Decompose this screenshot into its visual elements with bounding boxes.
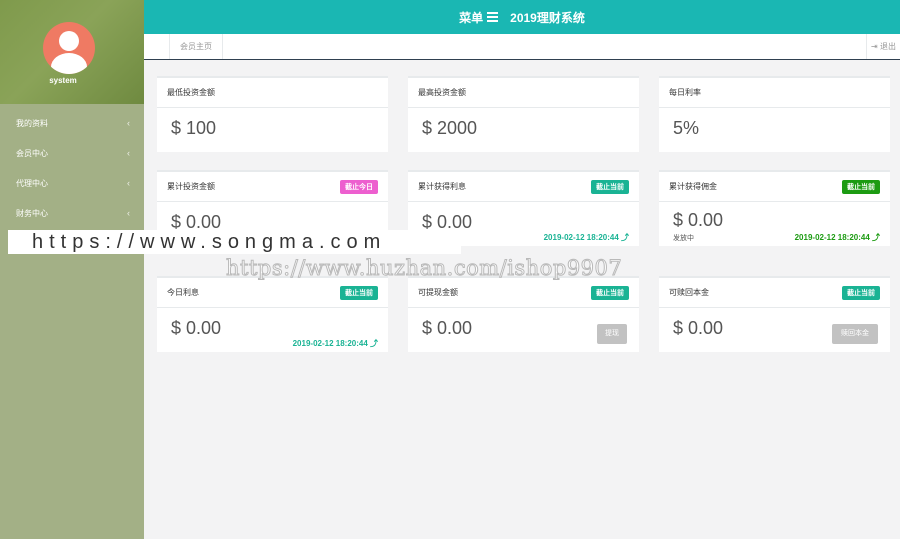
status-badge: 截止当前: [340, 285, 378, 300]
status-badge: 截止今日: [340, 179, 378, 194]
withdraw-button[interactable]: 提现: [597, 324, 627, 344]
card-daily-rate: 每日利率 5%: [659, 76, 890, 152]
tab-bar: 会员主页 ⇥ 退出: [144, 34, 900, 60]
card-value: 5%: [673, 118, 700, 138]
sidebar-item-label: 代理中心: [16, 178, 48, 188]
menu-label[interactable]: 菜单: [459, 9, 483, 26]
timestamp: 2019-02-12 18:20:44 ⤴: [543, 233, 629, 242]
logout-button[interactable]: ⇥ 退出: [866, 34, 900, 59]
sidebar-item-profile[interactable]: 我的资料 ‹: [0, 108, 144, 138]
status-badge: 截止当前: [591, 179, 629, 194]
card-today-interest: 今日利息 截止当前 $ 0.00 2019-02-12 18:20:44 ⤴: [157, 276, 388, 352]
card-title: 累计获得利息: [418, 182, 466, 191]
sidebar-item-agent[interactable]: 代理中心 ‹: [0, 168, 144, 198]
sidebar-item-label: 财务中心: [16, 208, 48, 218]
avatar-head: [59, 31, 79, 51]
chevron-left-icon: ‹: [127, 178, 130, 188]
card-title: 累计获得佣金: [669, 182, 717, 191]
avatar-body: [51, 53, 87, 74]
top-bar: 菜单 2019理财系统: [144, 0, 900, 34]
redeem-principal-button[interactable]: 赎回本金: [832, 324, 878, 344]
app-title: 2019理财系统: [510, 10, 585, 25]
chevron-left-icon: ‹: [127, 148, 130, 158]
card-title: 每日利率: [669, 88, 701, 97]
chevron-left-icon: ‹: [127, 118, 130, 128]
card-title: 今日利息: [167, 288, 199, 297]
card-value: $ 0.00: [171, 318, 222, 338]
card-title: 可提现金额: [418, 288, 458, 297]
timestamp: 2019-02-12 18:20:44 ⤴: [794, 233, 880, 242]
card-value: $ 0.00: [422, 318, 473, 338]
status-badge: 截止当前: [591, 285, 629, 300]
card-value: $ 2000: [422, 118, 478, 138]
card-total-commission: 累计获得佣金 截止当前 $ 0.00 发放中 2019-02-12 18:20:…: [659, 170, 890, 246]
card-redeemable: 可赎回本金 截止当前 $ 0.00 赎回本金: [659, 276, 890, 352]
status-badge: 截止当前: [842, 285, 880, 300]
card-title: 最高投资金额: [418, 88, 466, 97]
watermark-primary: https://www.songma.com: [8, 230, 461, 254]
card-value: $ 0.00: [673, 210, 724, 230]
chevron-left-icon: ‹: [127, 208, 130, 218]
card-title: 最低投资金额: [167, 88, 215, 97]
timestamp: 2019-02-12 18:20:44 ⤴: [292, 339, 378, 348]
avatar[interactable]: [43, 22, 95, 74]
menu-icon[interactable]: [487, 10, 499, 24]
profile-panel: system: [0, 0, 144, 104]
sidebar: system 我的资料 ‹ 会员中心 ‹ 代理中心 ‹ 财务中心 ‹: [0, 0, 144, 539]
card-withdrawable: 可提现金额 截止当前 $ 0.00 提现: [408, 276, 639, 352]
sidebar-item-label: 会员中心: [16, 148, 48, 158]
card-value: $ 100: [171, 118, 217, 138]
card-min-investment: 最低投资金额 $ 100: [157, 76, 388, 152]
card-value: $ 0.00: [673, 318, 724, 338]
sidebar-item-member[interactable]: 会员中心 ‹: [0, 138, 144, 168]
username: system: [49, 76, 77, 85]
sidebar-nav: 我的资料 ‹ 会员中心 ‹ 代理中心 ‹ 财务中心 ‹: [0, 104, 144, 228]
tab-home[interactable]: 会员主页: [170, 34, 223, 59]
card-title: 累计投资金额: [167, 182, 215, 191]
watermark-secondary: https://www.huzhan.com/ishop9907: [225, 256, 623, 281]
status-badge: 截止当前: [842, 179, 880, 194]
card-title: 可赎回本金: [669, 288, 709, 297]
sidebar-item-label: 我的资料: [16, 118, 48, 128]
card-max-investment: 最高投资金额 $ 2000: [408, 76, 639, 152]
card-subtext: 发放中: [673, 235, 694, 242]
sidebar-item-finance[interactable]: 财务中心 ‹: [0, 198, 144, 228]
tab-scroll-left[interactable]: [144, 34, 170, 59]
